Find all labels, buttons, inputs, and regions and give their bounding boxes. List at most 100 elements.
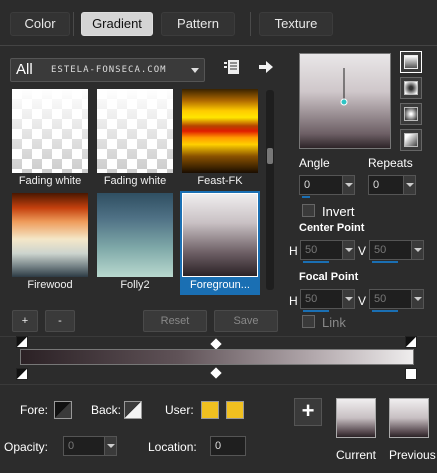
reset-button[interactable]: Reset — [143, 310, 207, 332]
chevron-down-icon[interactable] — [342, 290, 354, 308]
gradient-swatch — [12, 89, 88, 173]
gradient-preview[interactable] — [299, 53, 391, 149]
gradient-swatch — [182, 89, 258, 173]
radial-gradient-icon — [404, 133, 418, 147]
gradient-thumb[interactable]: Fading white — [10, 87, 90, 191]
chevron-down-icon[interactable] — [403, 176, 415, 194]
gradient-editor-bar[interactable] — [20, 349, 414, 365]
gradient-name: Folly2 — [120, 279, 150, 291]
link-checkbox[interactable] — [302, 315, 315, 328]
sunburst-style-button[interactable] — [400, 103, 422, 125]
chevron-down-icon[interactable] — [342, 241, 354, 259]
center-v-slider-fill — [372, 261, 398, 263]
user-color-swatch[interactable] — [201, 401, 219, 419]
category-label: All — [16, 61, 33, 78]
angle-label: Angle — [299, 156, 330, 170]
focal-h-slider-fill — [303, 310, 329, 312]
center-v-spinner[interactable]: 50 — [369, 240, 424, 263]
gradient-thumb[interactable]: Folly2 — [95, 191, 175, 295]
color-stop-icon — [17, 337, 27, 347]
center-point-label: Center Point — [299, 222, 365, 234]
gradient-library: Fading white Fading white Feast-FK Firew… — [10, 87, 262, 299]
center-h-label: H — [289, 244, 298, 258]
gradient-name: Firewood — [27, 279, 73, 291]
bottom-right-stop-marker[interactable] — [405, 368, 417, 380]
divider — [0, 336, 437, 337]
repeats-label: Repeats — [368, 156, 413, 170]
save-button[interactable]: Save — [214, 310, 278, 332]
current-gradient-swatch[interactable] — [336, 398, 376, 438]
invert-label: Invert — [322, 204, 355, 219]
focal-point-label: Focal Point — [299, 271, 359, 283]
top-left-stop-marker[interactable] — [16, 336, 28, 348]
back-swatch[interactable] — [124, 401, 142, 419]
angle-spinner[interactable]: 0 — [299, 175, 355, 198]
previous-label: Previous — [389, 448, 436, 462]
chevron-down-icon[interactable] — [104, 437, 116, 455]
previous-gradient-swatch[interactable] — [389, 398, 429, 438]
linear-style-button[interactable] — [400, 51, 422, 73]
top-midpoint-diamond[interactable] — [210, 338, 222, 350]
center-h-spinner[interactable]: 50 — [300, 240, 355, 263]
remove-gradient-button[interactable]: - — [45, 310, 75, 332]
gradient-thumb[interactable]: Firewood — [10, 191, 90, 295]
opacity-label: Opacity: — [4, 440, 49, 454]
tab-texture[interactable]: Texture — [259, 12, 333, 36]
focal-v-spinner[interactable]: 50 — [369, 289, 424, 312]
tab-gradient[interactable]: Gradient — [81, 12, 153, 36]
center-h-slider-fill — [303, 261, 329, 263]
gradient-name: Feast-FK — [197, 175, 243, 187]
repeats-spinner[interactable]: 0 — [368, 175, 416, 195]
gradient-name: Fading white — [18, 175, 82, 187]
tab-divider — [73, 12, 74, 36]
gradient-swatch — [12, 193, 88, 277]
add-stop-button[interactable]: + — [294, 398, 322, 426]
gradient-thumb[interactable]: Foregroun... — [180, 191, 260, 295]
chevron-down-icon[interactable] — [342, 176, 354, 194]
gradient-name: Foregroun... — [190, 279, 250, 291]
scrollbar-thumb[interactable] — [267, 148, 273, 164]
focal-v-slider-fill — [372, 310, 398, 312]
library-scrollbar[interactable] — [266, 90, 274, 290]
radial-style-button[interactable] — [400, 129, 422, 151]
list-view-icon — [224, 60, 239, 74]
bottom-left-stop-marker[interactable] — [16, 368, 28, 380]
gradient-thumb[interactable]: Fading white — [95, 87, 175, 191]
rectangular-style-button[interactable] — [400, 77, 422, 99]
fore-swatch[interactable] — [54, 401, 72, 419]
focal-h-spinner[interactable]: 50 — [300, 289, 355, 312]
gradient-name: Fading white — [103, 175, 167, 187]
export-button[interactable] — [255, 56, 277, 78]
tab-pattern[interactable]: Pattern — [161, 12, 235, 36]
chevron-down-icon[interactable] — [411, 241, 423, 259]
link-label: Link — [322, 315, 346, 330]
sunburst-gradient-icon — [404, 107, 418, 121]
angle-handle-icon — [340, 68, 348, 106]
color-stop-icon — [406, 337, 416, 347]
opacity-value: 0 — [68, 440, 75, 452]
gradient-swatch — [97, 89, 173, 173]
category-dropdown[interactable]: All ESTELA-FONSECA.COM — [10, 58, 205, 82]
center-v-value: 50 — [374, 244, 387, 256]
gradient-thumb[interactable]: Feast-FK — [180, 87, 260, 191]
center-v-label: V — [358, 244, 367, 258]
view-options-button[interactable] — [221, 56, 243, 78]
center-h-value: 50 — [305, 244, 318, 256]
chevron-down-icon[interactable] — [411, 290, 423, 308]
top-right-stop-marker[interactable] — [405, 336, 417, 348]
invert-checkbox[interactable] — [302, 204, 315, 217]
bottom-midpoint-diamond[interactable] — [210, 367, 222, 379]
watermark-text: ESTELA-FONSECA.COM — [51, 65, 167, 75]
tab-divider — [250, 12, 251, 36]
chevron-down-icon — [191, 68, 199, 73]
add-gradient-button[interactable]: + — [12, 310, 38, 332]
location-label: Location: — [148, 440, 197, 454]
location-input[interactable]: 0 — [210, 436, 246, 456]
focal-h-label: H — [289, 294, 298, 308]
user-color-swatch[interactable] — [226, 401, 244, 419]
color-stop-icon — [17, 369, 27, 379]
opacity-spinner[interactable]: 0 — [63, 436, 117, 456]
location-value: 0 — [215, 440, 222, 452]
tab-color[interactable]: Color — [10, 12, 70, 36]
current-label: Current — [336, 448, 377, 462]
